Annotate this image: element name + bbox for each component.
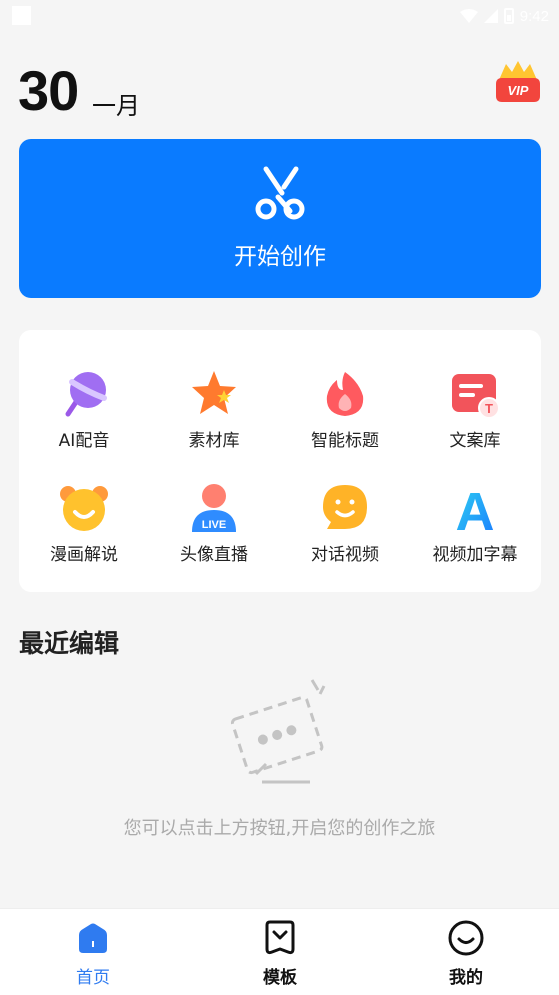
tool-label: 漫画解说 <box>50 545 118 565</box>
bottom-nav: 首页 模板 我的 <box>0 908 559 995</box>
tool-ai-dubbing[interactable]: AI配音 <box>19 362 149 472</box>
text-card-icon: T <box>452 374 500 419</box>
date-month: 一月 <box>92 92 140 120</box>
live-badge: LIVE <box>202 519 226 531</box>
tool-comic-narration[interactable]: 漫画解说 <box>19 476 149 586</box>
nav-label: 模板 <box>263 968 297 988</box>
status-bar: 9:42 <box>0 0 559 32</box>
tool-copy-library[interactable]: T 文案库 <box>410 362 540 472</box>
tool-label: 头像直播 <box>180 545 248 565</box>
tool-label: 文案库 <box>449 431 501 451</box>
letter-a: A <box>456 482 495 534</box>
status-time: 9:42 <box>519 7 549 25</box>
tool-dialogue-video[interactable]: 对话视频 <box>280 476 410 586</box>
lollipop-icon <box>65 372 107 417</box>
tool-label: 对话视频 <box>311 545 379 565</box>
notification-icon <box>12 6 31 25</box>
scissors-icon <box>255 166 305 220</box>
nav-label: 我的 <box>449 968 483 988</box>
recent-edits-title: 最近编辑 <box>19 629 120 658</box>
empty-state-message: 您可以点击上方按钮,开启您的创作之旅 <box>123 818 436 839</box>
status-indicators: 9:42 <box>459 4 549 28</box>
letter-a-icon: A <box>456 482 495 534</box>
tool-avatar-live[interactable]: LIVE 头像直播 <box>149 476 279 586</box>
template-icon <box>265 920 295 955</box>
nav-templates[interactable]: 模板 <box>220 919 340 989</box>
signal-icon <box>483 9 498 23</box>
vip-crown-icon[interactable]: VIP <box>494 58 542 106</box>
live-avatar-icon: LIVE <box>192 484 236 532</box>
bear-face-icon <box>60 486 108 531</box>
tool-label: 视频加字幕 <box>432 545 518 565</box>
smile-face-icon <box>448 920 484 956</box>
tool-material-library[interactable]: 素材库 <box>149 362 279 472</box>
nav-home[interactable]: 首页 <box>33 919 153 989</box>
star-icon <box>192 371 236 414</box>
vip-label: VIP <box>508 83 529 98</box>
nav-profile[interactable]: 我的 <box>406 919 526 989</box>
start-create-label: 开始创作 <box>234 244 326 270</box>
chat-smile-icon <box>323 485 367 529</box>
tools-grid: AI配音 素材库 智能标题 T 文案库 漫画解说 LIVE 头像直播 对话视频 … <box>19 330 541 592</box>
tool-smart-title[interactable]: 智能标题 <box>280 362 410 472</box>
tool-label: 素材库 <box>188 431 240 451</box>
battery-icon <box>503 8 514 24</box>
wifi-icon <box>459 9 478 23</box>
date-day: 30 <box>18 59 79 122</box>
start-create-button[interactable]: 开始创作 <box>19 139 541 298</box>
flame-icon <box>326 372 364 416</box>
text-badge: T <box>485 401 493 416</box>
home-icon <box>79 923 107 953</box>
tool-video-subtitles[interactable]: A 视频加字幕 <box>410 476 540 586</box>
empty-state-icon <box>230 679 326 784</box>
tool-label: 智能标题 <box>311 431 379 451</box>
tool-label: AI配音 <box>58 431 110 451</box>
nav-label: 首页 <box>76 968 110 988</box>
